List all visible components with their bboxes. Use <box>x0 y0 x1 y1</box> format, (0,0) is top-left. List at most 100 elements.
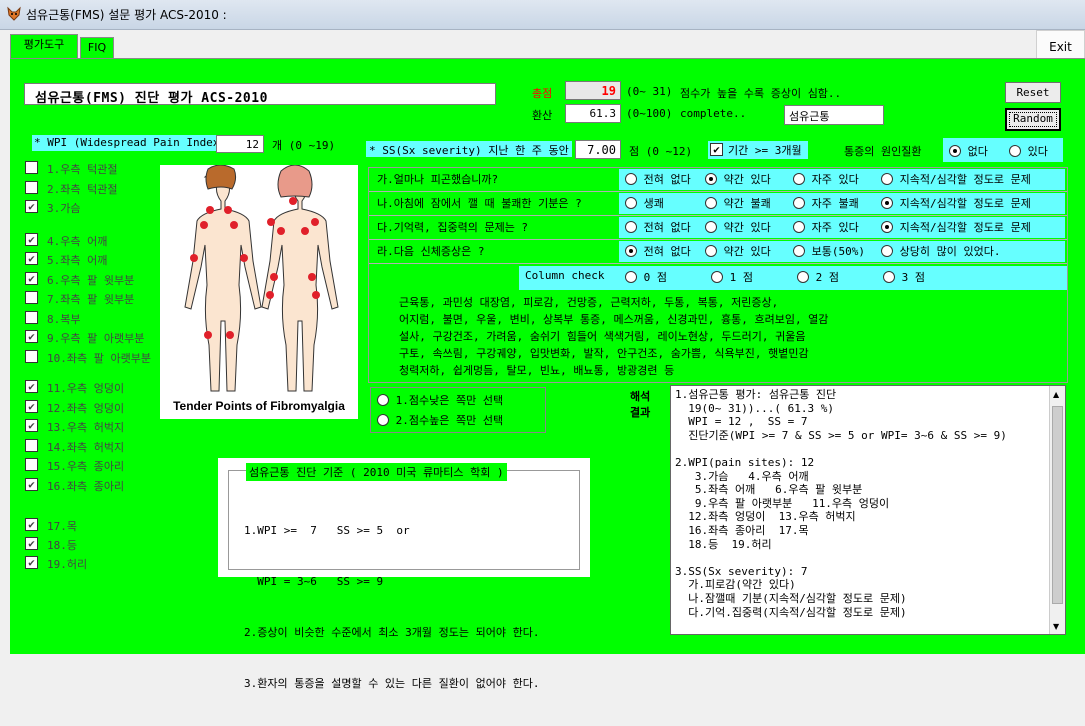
scroll-up-icon[interactable]: ▲ <box>1053 390 1059 399</box>
radio-button[interactable] <box>883 271 895 283</box>
pain-site-checkbox[interactable]: ✔ <box>25 478 38 491</box>
question-option[interactable]: 자주 있다 <box>793 171 859 187</box>
option-label: 약간 불쾌 <box>723 197 771 210</box>
tab-assessment[interactable]: 평가도구 <box>10 34 78 58</box>
radio-button[interactable] <box>711 271 723 283</box>
pain-site-checkbox[interactable]: ✔ <box>25 400 38 413</box>
symptom-line: 구토, 속쓰림, 구강궤양, 입맛변화, 발작, 안구건조, 숨가쁨, 식욕부진… <box>399 347 809 360</box>
option-label: 전혀 없다 <box>643 245 691 258</box>
pain-site-checkbox[interactable] <box>25 350 38 363</box>
question-option[interactable]: 자주 불쾌 <box>793 195 859 211</box>
pain-site-checkbox[interactable]: ✔ <box>25 419 38 432</box>
question-option[interactable]: 전혀 없다 <box>625 171 691 187</box>
question-option[interactable]: 지속적/심각할 정도로 문제 <box>881 171 1031 187</box>
pain-site-label: 9.우측 팔 아랫부분 <box>47 332 145 345</box>
pain-site-checkbox[interactable] <box>25 181 38 194</box>
radio-button[interactable] <box>625 173 637 185</box>
scroll-down-icon[interactable]: ▼ <box>1053 622 1059 631</box>
question-option[interactable]: 약간 있다 <box>705 171 771 187</box>
symptom-list: 근육통, 과민성 대장염, 피로감, 건망증, 근력저하, 두통, 복통, 저린… <box>399 294 828 379</box>
pain-site-checkbox[interactable]: ✔ <box>25 252 38 265</box>
pain-site-label: 4.우측 어깨 <box>47 235 108 248</box>
pain-site-label: 10.좌측 팔 아랫부분 <box>47 352 151 365</box>
body-illustration <box>184 164 339 392</box>
radio-button[interactable] <box>881 221 893 233</box>
radio-button[interactable] <box>705 197 717 209</box>
pain-site-checkbox[interactable]: ✔ <box>25 537 38 550</box>
pain-site-checkbox[interactable]: ✔ <box>25 233 38 246</box>
question-option[interactable]: 전혀 없다 <box>625 219 691 235</box>
pain-site-checkbox[interactable]: ✔ <box>25 380 38 393</box>
total-score-field[interactable]: 19 <box>565 81 621 100</box>
column-check-option[interactable]: 1 점 <box>711 269 753 285</box>
pain-site-checkbox[interactable]: ✔ <box>25 272 38 285</box>
column-check-option[interactable]: 3 점 <box>883 269 925 285</box>
option-label: 상당히 많이 있었다. <box>899 245 1001 258</box>
radio-button[interactable] <box>881 173 893 185</box>
radio-button[interactable] <box>705 173 717 185</box>
random-button[interactable]: Random <box>1005 108 1061 131</box>
reset-button[interactable]: Reset <box>1005 82 1061 103</box>
radio-button[interactable] <box>797 271 809 283</box>
question-option[interactable]: 보통(50%) <box>793 243 865 259</box>
pain-site-label: 3.가슴 <box>47 202 81 215</box>
radio-button[interactable] <box>705 245 717 257</box>
tab-fiq[interactable]: FIQ <box>80 37 114 58</box>
pain-site-checkbox[interactable]: ✔ <box>25 330 38 343</box>
question-option[interactable]: 약간 불쾌 <box>705 195 771 211</box>
pain-site-checkbox[interactable] <box>25 291 38 304</box>
duration-check-box[interactable]: ✔ <box>710 143 723 156</box>
conv-score-field[interactable]: 61.3 <box>565 104 621 123</box>
pain-site-label: 17.목 <box>47 520 77 533</box>
diagnosis-field[interactable]: 섬유근통 <box>784 105 884 125</box>
criteria-box: 섬유근통 진단 기준 ( 2010 미국 류마티스 학회 ) 1.WPI >= … <box>218 458 590 690</box>
question-option[interactable]: 전혀 없다 <box>625 243 691 259</box>
pain-site-checkbox[interactable] <box>25 458 38 471</box>
column-check-option[interactable]: 0 점 <box>625 269 667 285</box>
pain-site-checkbox[interactable] <box>25 311 38 324</box>
question-option[interactable]: 상당히 많이 있었다. <box>881 243 1000 259</box>
radio-button[interactable] <box>625 197 637 209</box>
option-label: 0 점 <box>643 271 667 284</box>
question-option[interactable]: 생쾌 <box>625 195 664 211</box>
cause-option-none[interactable]: 없다 <box>949 143 988 159</box>
question-option[interactable]: 지속적/심각할 정도로 문제 <box>881 219 1031 235</box>
select-lower-option[interactable]: 1.점수낮은 쪽만 선택 <box>377 392 503 408</box>
pain-site-checkbox[interactable] <box>25 439 38 452</box>
symptom-line: 어지럼, 불면, 우울, 변비, 상복부 통증, 메스꺼움, 신경과민, 흉통,… <box>399 313 829 326</box>
radio-button[interactable] <box>625 245 637 257</box>
question-option[interactable]: 약간 있다 <box>705 243 771 259</box>
question-option[interactable]: 약간 있다 <box>705 219 771 235</box>
ss-value-field[interactable]: 7.00 <box>575 140 621 159</box>
radio-button[interactable] <box>625 271 637 283</box>
select-higher-option[interactable]: 2.점수높은 쪽만 선택 <box>377 412 503 428</box>
conv-range: (0~100) <box>626 107 673 120</box>
radio-button[interactable] <box>705 221 717 233</box>
radio-button[interactable] <box>793 245 805 257</box>
ss-unit: 점 (0 ~12) <box>629 145 693 158</box>
question-option[interactable]: 자주 있다 <box>793 219 859 235</box>
radio-button[interactable] <box>881 245 893 257</box>
interpretation-textarea[interactable]: 1.섬유근통 평가: 섬유근통 진단 19(0~ 31))...( 61.3 %… <box>670 385 1066 635</box>
wpi-value-field[interactable]: 12 <box>216 135 264 153</box>
duration-checkbox[interactable]: ✔ 기간 >= 3개월 <box>708 141 808 159</box>
radio-button[interactable] <box>625 221 637 233</box>
column-check-option[interactable]: 2 점 <box>797 269 839 285</box>
radio-button[interactable] <box>793 173 805 185</box>
pain-site-checkbox[interactable]: ✔ <box>25 200 38 213</box>
radio-button[interactable] <box>793 221 805 233</box>
score-selection-group: 1.점수낮은 쪽만 선택 2.점수높은 쪽만 선택 <box>370 387 546 433</box>
pain-site-checkbox[interactable] <box>25 161 38 174</box>
cause-option-exists[interactable]: 있다 <box>1009 143 1048 159</box>
pain-site-checkbox[interactable]: ✔ <box>25 518 38 531</box>
interpretation-scrollbar[interactable]: ▲ ▼ <box>1049 386 1065 634</box>
question-row: 라.다음 신체증상은 ? 전혀 없다 약간 있다 보통(50%) 상당히 많이 … <box>369 240 1067 264</box>
option-label: 자주 있다 <box>811 173 859 186</box>
option-label: 약간 있다 <box>723 245 771 258</box>
question-label: 다.기억력, 집중력의 문제는 ? <box>377 221 529 234</box>
question-option[interactable]: 지속적/심각할 정도로 문제 <box>881 195 1031 211</box>
pain-site-checkbox[interactable]: ✔ <box>25 556 38 569</box>
radio-button[interactable] <box>793 197 805 209</box>
scroll-thumb[interactable] <box>1052 406 1063 604</box>
radio-button[interactable] <box>881 197 893 209</box>
